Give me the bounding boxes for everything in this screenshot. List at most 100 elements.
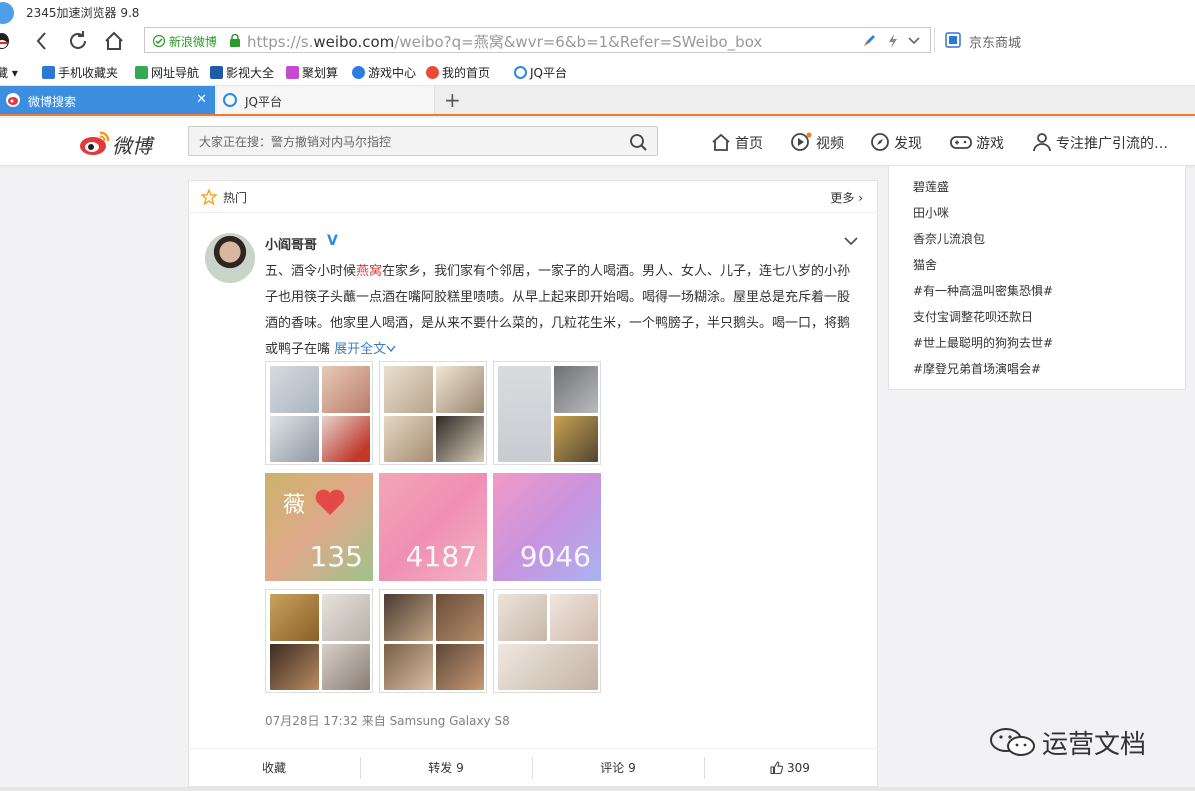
bookmark-site-nav[interactable]: 网址导航 xyxy=(135,64,199,81)
reload-icon xyxy=(70,31,86,49)
bookmark-mobile-favorites[interactable]: 手机收藏夹 xyxy=(42,64,118,81)
post-image-5[interactable]: 4187 xyxy=(379,473,487,581)
bookmark-my-home[interactable]: 我的首页 xyxy=(426,64,490,81)
gamepad-icon xyxy=(352,66,365,79)
expand-full-text-link[interactable]: 展开全文 xyxy=(334,342,396,357)
post-image-8[interactable] xyxy=(379,589,487,693)
bookmarks-bar: 藏 ▾ 手机收藏夹 网址导航 影视大全 聚划算 游戏中心 我的首页 JQ平台 xyxy=(0,56,1195,86)
avatar[interactable] xyxy=(205,233,255,283)
nav-games[interactable]: 游戏 xyxy=(950,132,1004,153)
nav-video[interactable]: 视频 xyxy=(790,132,844,153)
bookmark-games[interactable]: 游戏中心 xyxy=(352,64,416,81)
lightning-icon[interactable] xyxy=(887,33,899,52)
hot-section-bar: 热门 更多 › xyxy=(189,181,877,213)
weibo-search-input[interactable]: 大家正在搜：警方撤销对内马尔指控 xyxy=(188,126,658,156)
hot-topic-item[interactable]: 碧莲盛 xyxy=(913,178,949,195)
browser-nav-bar: 新浪微博 https://s.weibo.com/weibo?q=燕窝&wvr=… xyxy=(0,24,1195,56)
new-tab-button[interactable]: + xyxy=(444,88,461,112)
comment-button[interactable]: 评论 9 xyxy=(533,749,703,787)
reload-button[interactable] xyxy=(64,27,92,55)
browser-title-bar: 2345加速浏览器 9.8 xyxy=(0,0,1195,24)
qq-icon[interactable] xyxy=(0,32,10,50)
post-image-4[interactable]: 薇 135 xyxy=(265,473,373,581)
bookmark-video[interactable]: 影视大全 xyxy=(210,64,274,81)
bookmark-jq[interactable]: JQ平台 xyxy=(514,64,567,81)
post-text: 五、酒令小时候燕窝在家乡，我们家有个邻居，一家子的人喝酒。男人、女人、儿子，连七… xyxy=(265,264,851,357)
bookmark-favorites[interactable]: 藏 ▾ xyxy=(0,64,18,81)
watermark-text: 运营文档 xyxy=(1042,730,1147,760)
hot-topic-item[interactable]: #摩登兄弟首场演唱会# xyxy=(913,360,1041,377)
post-actions-bar: 收藏 转发 9 评论 9 309 xyxy=(189,748,877,786)
more-link[interactable]: 更多 › xyxy=(830,189,863,206)
security-label: 新浪微博 xyxy=(168,35,217,49)
counter-number: 9046 xyxy=(519,540,591,573)
post-image-6[interactable]: 9046 xyxy=(493,473,601,581)
post-image-1[interactable] xyxy=(265,361,373,465)
lock-icon xyxy=(229,33,241,50)
chevron-left-icon xyxy=(36,32,46,50)
chevron-down-icon[interactable] xyxy=(843,233,859,249)
address-bar[interactable]: 新浪微博 https://s.weibo.com/weibo?q=燕窝&wvr=… xyxy=(144,27,931,53)
hot-topics-sidebar: 碧莲盛 田小咪 香奈儿流浪包 猫舍 #有一种高温叫密集恐惧# 支付宝调整花呗还款… xyxy=(888,166,1186,390)
thumbs-up-icon xyxy=(770,761,784,775)
collect-button[interactable]: 收藏 xyxy=(189,749,359,787)
nav-profile[interactable]: 专注推广引流的… xyxy=(1032,132,1168,153)
hot-topic-item[interactable]: 支付宝调整花呗还款日 xyxy=(913,308,1033,325)
plus-icon: + xyxy=(444,88,461,112)
bookmark-juhuasuan[interactable]: 聚划算 xyxy=(286,64,338,81)
wechat-icon xyxy=(990,728,1035,756)
video-icon xyxy=(791,132,812,151)
logo-text: 微博 xyxy=(112,134,152,158)
search-icon[interactable] xyxy=(629,133,647,151)
counter-number: 135 xyxy=(309,540,363,573)
phone-icon xyxy=(42,66,55,79)
like-button[interactable]: 309 xyxy=(705,749,875,787)
post-image-9[interactable] xyxy=(493,589,601,693)
film-icon xyxy=(210,66,223,79)
post-image-7[interactable] xyxy=(265,589,373,693)
nav-home[interactable]: 首页 xyxy=(711,132,763,153)
tab-label: JQ平台 xyxy=(245,95,282,109)
hot-topic-item[interactable]: #有一种高温叫密集恐惧# xyxy=(913,282,1053,299)
home-button[interactable] xyxy=(100,27,128,55)
post-card: 热门 更多 › 小阎哥哥 V 五、酒令小时候燕窝在家乡，我们家有个邻居，一家子的… xyxy=(188,180,878,787)
heart-icon xyxy=(315,489,345,515)
hot-topic-item[interactable]: 田小咪 xyxy=(913,204,949,221)
hot-topic-item[interactable]: #世上最聪明的狗狗去世# xyxy=(913,334,1053,351)
gamepad-icon xyxy=(950,136,972,149)
weibo-eye-icon xyxy=(80,131,110,155)
back-button[interactable] xyxy=(28,27,56,55)
hot-topic-item[interactable]: 猫舍 xyxy=(913,256,937,273)
hot-topic-item[interactable]: 香奈儿流浪包 xyxy=(913,230,985,247)
compass-icon xyxy=(871,133,889,151)
post-meta: 07月28日 17:32 来自 Samsung Galaxy S8 xyxy=(265,714,510,728)
tab-bar: 微博搜索 ✕ JQ平台 + xyxy=(0,86,1195,116)
user-icon xyxy=(1033,133,1051,152)
hot-label: 热门 xyxy=(223,191,248,205)
security-indicator[interactable]: 新浪微博 xyxy=(152,33,217,50)
close-icon[interactable]: ✕ xyxy=(196,92,207,107)
house-icon xyxy=(135,66,148,79)
tab-weibo-search[interactable]: 微博搜索 ✕ xyxy=(0,86,215,114)
weibo-icon xyxy=(426,66,439,79)
post-image-2[interactable] xyxy=(379,361,487,465)
grid-icon xyxy=(286,66,299,79)
post-image-3[interactable] xyxy=(493,361,601,465)
nav-discover[interactable]: 发现 xyxy=(870,132,922,153)
author-name[interactable]: 小阎哥哥 xyxy=(265,234,317,253)
side-search-placeholder: 京东商城 xyxy=(969,36,1022,51)
repost-button[interactable]: 转发 9 xyxy=(361,749,531,787)
verified-badge-icon: V xyxy=(327,233,338,249)
home-icon xyxy=(105,31,123,50)
weibo-icon xyxy=(6,93,20,107)
shield-check-icon xyxy=(152,34,166,48)
chevron-down-icon[interactable] xyxy=(907,34,921,51)
tab-jq[interactable]: JQ平台 xyxy=(217,86,435,114)
rocket-icon[interactable] xyxy=(861,33,877,52)
jq-icon xyxy=(514,66,527,79)
weibo-logo[interactable]: 微博 xyxy=(78,126,168,158)
side-search-box[interactable]: 京东商城 xyxy=(934,27,1195,53)
search-placeholder: 大家正在搜：警方撤销对内马尔指控 xyxy=(199,135,392,149)
url-text: https://s.weibo.com/weibo?q=燕窝&wvr=6&b=1… xyxy=(247,33,763,51)
page-bottom-edge xyxy=(0,787,1195,791)
